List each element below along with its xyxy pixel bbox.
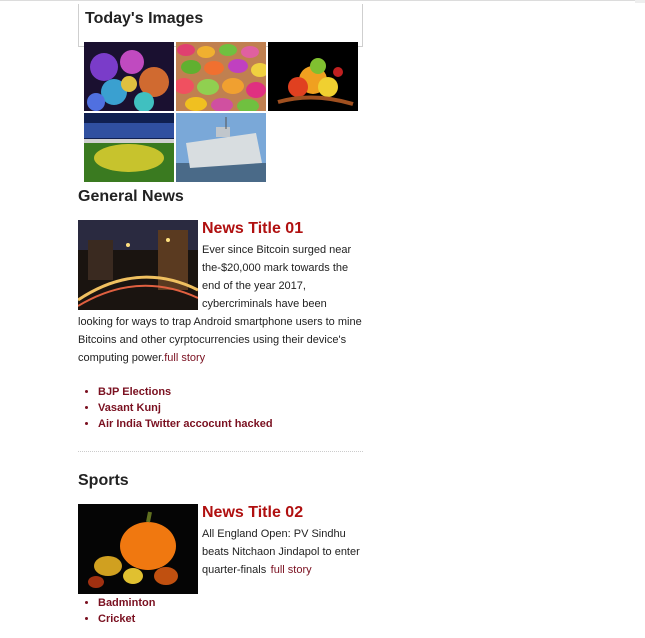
flowers-image-graphic: [84, 42, 174, 111]
fruits-image[interactable]: [268, 42, 358, 111]
candies-image-graphic: [176, 42, 266, 111]
list-item: Badminton: [98, 595, 155, 611]
fruits-image-graphic: [268, 42, 358, 111]
ship-image-graphic: [176, 113, 266, 182]
ship-image[interactable]: [176, 113, 266, 182]
general-news-heading: General News: [78, 188, 184, 205]
stadium-image-graphic: [84, 113, 174, 182]
sports-article: News Title 02 All England Open: PV Sindh…: [78, 504, 363, 594]
link-badminton[interactable]: Badminton: [98, 597, 155, 609]
city-night-graphic: [78, 220, 198, 310]
list-item: Air India Twitter accocunt hacked: [98, 416, 273, 432]
scrollbar-corner: [635, 0, 645, 3]
pumpkin-graphic: [78, 504, 198, 594]
flowers-image[interactable]: [84, 42, 174, 111]
list-item: BJP Elections: [98, 384, 273, 400]
general-news-links: BJP Elections Vasant Kunj Air India Twit…: [78, 384, 273, 432]
news-02-full-story-link[interactable]: full story: [271, 564, 312, 576]
todays-images-title: Today's Images: [85, 10, 204, 27]
link-bjp-elections[interactable]: BJP Elections: [98, 386, 171, 398]
link-vasant-kunj[interactable]: Vasant Kunj: [98, 402, 161, 414]
link-cricket[interactable]: Cricket: [98, 613, 135, 625]
news-01-full-story-link[interactable]: full story: [164, 352, 205, 364]
candies-image[interactable]: [176, 42, 266, 111]
section-divider: [78, 451, 363, 452]
news-02-image[interactable]: [78, 504, 198, 594]
sports-heading: Sports: [78, 472, 129, 489]
link-air-india[interactable]: Air India Twitter accocunt hacked: [98, 418, 273, 430]
sports-links: Badminton Cricket: [78, 595, 155, 627]
general-news-article: News Title 01 Ever since Bitcoin surged …: [78, 220, 363, 366]
list-item: Vasant Kunj: [98, 400, 273, 416]
news-01-image[interactable]: [78, 220, 198, 310]
stadium-image[interactable]: [84, 113, 174, 182]
list-item: Cricket: [98, 611, 155, 627]
